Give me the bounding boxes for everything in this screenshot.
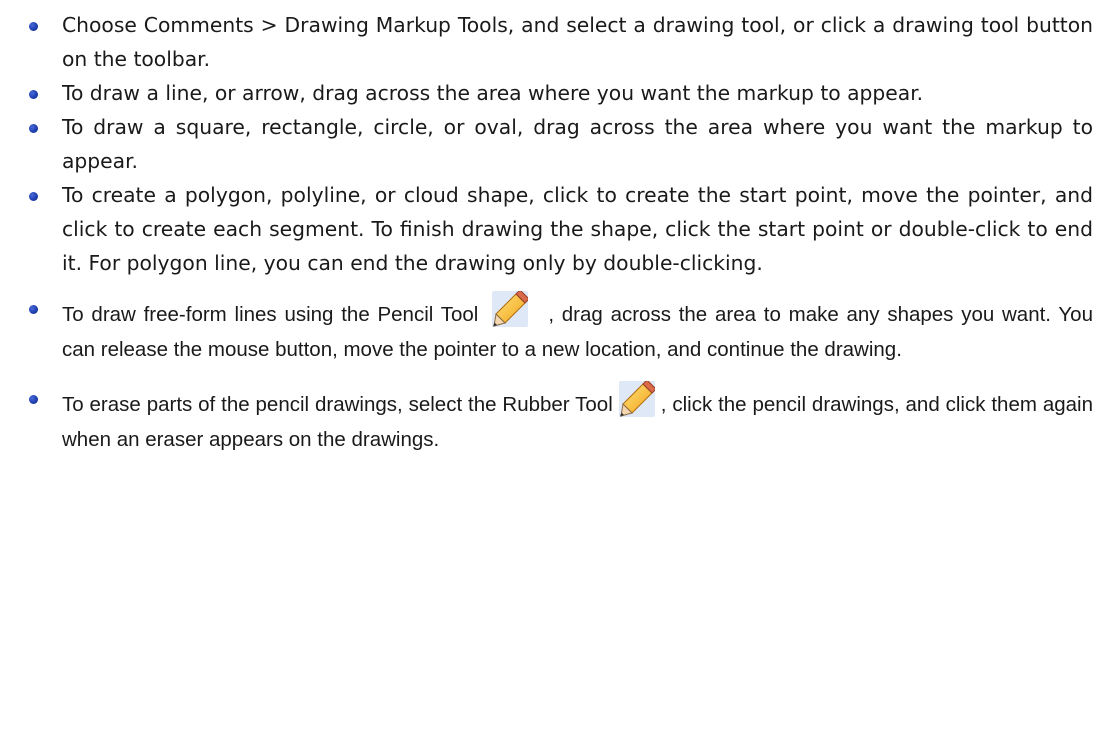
list-item-text: To draw a line, or arrow, drag across th… [62, 81, 924, 105]
list-item-text-before: To erase parts of the pencil drawings, s… [62, 393, 613, 416]
list-item-text: To draw a square, rectangle, circle, or … [62, 115, 1093, 173]
list-item: To draw a line, or arrow, drag across th… [0, 76, 1117, 110]
list-item: To draw free-form lines using the Pencil… [0, 289, 1117, 367]
bullet-icon [29, 395, 38, 404]
bullet-icon [29, 90, 38, 99]
bullet-icon [29, 124, 38, 133]
list-item-text-before: To draw free-form lines using the Pencil… [62, 303, 479, 326]
bullet-icon [29, 22, 38, 31]
document-page: Choose Comments > Drawing Markup Tools, … [0, 0, 1117, 749]
list-item: Choose Comments > Drawing Markup Tools, … [0, 8, 1117, 76]
rubber-tool-icon [618, 379, 657, 417]
instruction-list: Choose Comments > Drawing Markup Tools, … [0, 8, 1117, 457]
list-item-text: Choose Comments > Drawing Markup Tools, … [62, 13, 1093, 71]
pencil-tool-icon [492, 289, 531, 327]
list-item: To create a polygon, polyline, or cloud … [0, 178, 1117, 280]
bullet-icon [29, 305, 38, 314]
list-item: To erase parts of the pencil drawings, s… [0, 379, 1117, 457]
list-item-text: To create a polygon, polyline, or cloud … [62, 183, 1093, 275]
bullet-icon [29, 192, 38, 201]
list-item: To draw a square, rectangle, circle, or … [0, 110, 1117, 178]
